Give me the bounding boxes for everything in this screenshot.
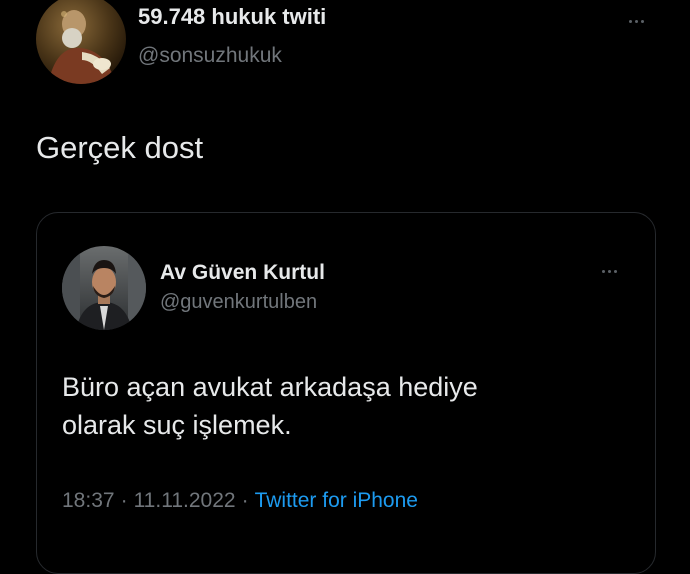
quoted-author-handle[interactable]: @guvenkurtulben: [160, 291, 317, 314]
quoted-author-name[interactable]: Av Güven Kurtul: [160, 261, 325, 285]
meta-separator: ·: [241, 489, 249, 512]
person-photo-icon: [62, 246, 146, 330]
tweet-time[interactable]: 18:37: [62, 489, 115, 512]
quoted-text-line: olarak suç işlemek.: [62, 410, 292, 440]
tweet: 59.748 hukuk twiti @sonsuzhukuk Gerçek d…: [0, 0, 690, 574]
quoted-more-options-button[interactable]: [598, 266, 621, 277]
quoted-text-line: Büro açan avukat arkadaşa hediye: [62, 372, 478, 402]
tweet-date[interactable]: 11.11.2022: [134, 489, 236, 512]
author-handle[interactable]: @sonsuzhukuk: [138, 44, 282, 68]
more-options-button[interactable]: [625, 16, 648, 27]
author-avatar[interactable]: [36, 0, 126, 84]
tweet-text: Gerçek dost: [36, 130, 204, 165]
quoted-tweet-text: Büro açan avukat arkadaşa hediye olarak …: [62, 368, 622, 444]
author-name[interactable]: 59.748 hukuk twiti: [138, 4, 326, 30]
painting-portrait-icon: [36, 0, 126, 84]
tweet-source-link[interactable]: Twitter for iPhone: [255, 489, 418, 512]
meta-separator: ·: [120, 489, 128, 512]
quoted-author-avatar[interactable]: [62, 246, 146, 330]
tweet-meta: 18:37 · 11.11.2022 · Twitter for iPhone: [62, 489, 418, 513]
more-options-icon: [602, 270, 605, 273]
more-options-icon: [629, 20, 632, 23]
